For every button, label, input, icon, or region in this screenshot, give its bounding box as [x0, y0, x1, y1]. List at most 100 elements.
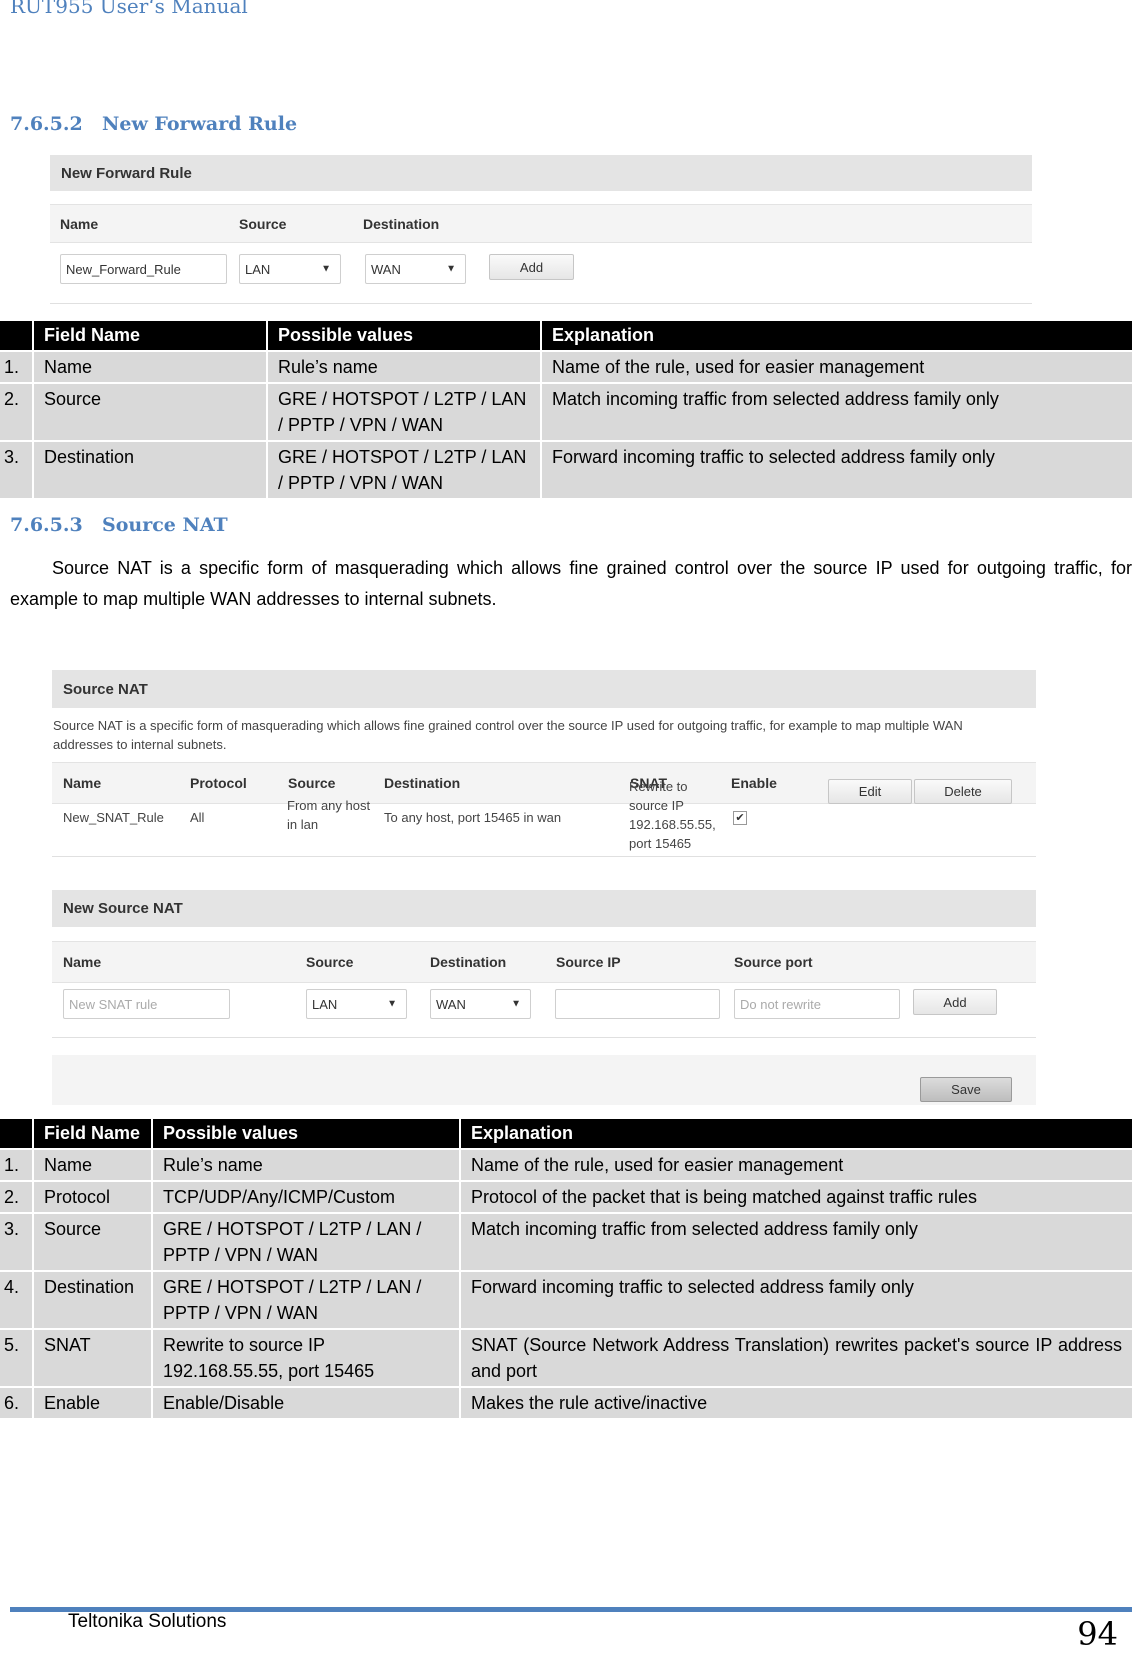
chevron-down-icon: ▼	[321, 263, 331, 275]
source-ip-input[interactable]	[555, 989, 720, 1019]
divider	[50, 303, 1032, 304]
delete-button[interactable]: Delete	[914, 779, 1012, 804]
row-possible-values: GRE / HOTSPOT / L2TP / LAN / PPTP / VPN …	[153, 1272, 459, 1328]
table-row: 3. Destination GRE / HOTSPOT / L2TP / LA…	[0, 442, 1132, 498]
rule-source: From any host in lan	[287, 798, 371, 832]
section-number: 7.6.5.3	[10, 514, 83, 536]
row-explanation: SNAT (Source Network Address Translation…	[461, 1330, 1132, 1386]
header-index	[0, 321, 32, 350]
row-field-name: SNAT	[34, 1330, 151, 1386]
row-field-name: Destination	[34, 1272, 151, 1328]
row-possible-values: GRE / HOTSPOT / L2TP / LAN / PPTP / VPN …	[268, 442, 540, 498]
page-number: 94	[1077, 1615, 1118, 1653]
column-name: Name	[60, 215, 99, 232]
new-destination-select[interactable]: WAN ▼	[430, 989, 531, 1019]
row-field-name: Source	[34, 1214, 151, 1270]
row-explanation: Forward incoming traffic to selected add…	[542, 442, 1132, 498]
source-select-value: LAN	[312, 996, 338, 1012]
row-explanation: Protocol of the packet that is being mat…	[461, 1182, 1132, 1212]
row-possible-values: Enable/Disable	[153, 1388, 459, 1418]
column-name: Name	[63, 954, 102, 970]
column-enable: Enable	[731, 775, 777, 791]
section-heading-source-nat: 7.6.5.3 Source NAT	[10, 514, 228, 536]
row-index: 1.	[0, 1150, 32, 1180]
header-explanation: Explanation	[461, 1119, 1132, 1148]
source-nat-screenshot: Source NAT Source NAT is a specific form…	[52, 670, 1036, 1105]
column-destination: Destination	[363, 215, 440, 232]
table-row: 1. Name Rule’s name Name of the rule, us…	[0, 1150, 1132, 1180]
row-field-name: Source	[34, 384, 266, 440]
table-row: 6. Enable Enable/Disable Makes the rule …	[0, 1388, 1132, 1418]
header-index	[0, 1119, 32, 1148]
new-panel-title: New Source NAT	[52, 890, 1036, 927]
row-explanation: Forward incoming traffic to selected add…	[461, 1272, 1132, 1328]
column-protocol: Protocol	[190, 775, 247, 791]
row-index: 1.	[0, 352, 32, 382]
rule-snat: Rewrite to source IP 192.168.55.55, port…	[629, 779, 716, 851]
column-source-port: Source port	[734, 954, 813, 970]
add-button[interactable]: Add	[489, 254, 574, 280]
divider	[52, 1037, 1036, 1038]
row-explanation: Name of the rule, used for easier manage…	[461, 1150, 1132, 1180]
panel-title: Source NAT	[52, 670, 1036, 708]
row-possible-values: GRE / HOTSPOT / L2TP / LAN / PPTP / VPN …	[268, 384, 540, 440]
save-bar	[52, 1055, 1036, 1105]
panel-description: Source NAT is a specific form of masquer…	[53, 718, 963, 752]
row-field-name: Name	[34, 1150, 151, 1180]
source-port-input[interactable]: Do not rewrite	[734, 989, 900, 1019]
column-source: Source	[288, 775, 336, 791]
section-title: New Forward Rule	[102, 113, 298, 135]
new-forward-rule-screenshot: New Forward Rule Name Source Destination…	[50, 155, 1032, 305]
source-select[interactable]: LAN ▼	[239, 254, 341, 284]
section-heading-new-forward-rule: 7.6.5.2 New Forward Rule	[10, 113, 297, 135]
rule-protocol: All	[190, 810, 205, 825]
header-field-name: Field Name	[34, 1119, 151, 1148]
row-field-name: Protocol	[34, 1182, 151, 1212]
column-name: Name	[63, 775, 102, 791]
destination-select-value: WAN	[371, 261, 401, 277]
row-explanation: Match incoming traffic from selected add…	[542, 384, 1132, 440]
table-row: 2. Protocol TCP/UDP/Any/ICMP/Custom Prot…	[0, 1182, 1132, 1212]
header-possible-values: Possible values	[153, 1119, 459, 1148]
row-index: 4.	[0, 1272, 32, 1328]
column-header-row: Name Source Destination	[50, 204, 1032, 243]
row-index: 3.	[0, 1214, 32, 1270]
chevron-down-icon: ▼	[446, 263, 456, 275]
add-button[interactable]: Add	[913, 989, 997, 1015]
section-title: Source NAT	[102, 514, 228, 536]
table-header-row: Field Name Possible values Explanation	[0, 321, 1132, 350]
rule-name-input[interactable]: New_Forward_Rule	[60, 254, 227, 284]
row-field-name: Enable	[34, 1388, 151, 1418]
row-index: 2.	[0, 1182, 32, 1212]
header-explanation: Explanation	[542, 321, 1132, 350]
column-destination: Destination	[430, 954, 507, 970]
destination-select[interactable]: WAN ▼	[365, 254, 466, 284]
forward-rule-field-table: Field Name Possible values Explanation 1…	[0, 319, 1132, 500]
table-header-row: Field Name Possible values Explanation	[0, 1119, 1132, 1148]
table-row: 1. Name Rule’s name Name of the rule, us…	[0, 352, 1132, 382]
row-explanation: Match incoming traffic from selected add…	[461, 1214, 1132, 1270]
header-field-name: Field Name	[34, 321, 266, 350]
row-possible-values: Rule’s name	[268, 352, 540, 382]
row-index: 2.	[0, 384, 32, 440]
footer-company: Teltonika Solutions	[68, 1611, 227, 1632]
column-source: Source	[239, 215, 287, 232]
row-possible-values: TCP/UDP/Any/ICMP/Custom	[153, 1182, 459, 1212]
enable-checkbox[interactable]: ✔	[733, 811, 747, 825]
row-explanation: Makes the rule active/inactive	[461, 1388, 1132, 1418]
rule-destination: To any host, port 15465 in wan	[384, 810, 562, 825]
row-field-name: Name	[34, 352, 266, 382]
row-index: 6.	[0, 1388, 32, 1418]
column-destination: Destination	[384, 775, 461, 791]
new-snat-name-input[interactable]: New SNAT rule	[63, 989, 230, 1019]
new-source-select[interactable]: LAN ▼	[306, 989, 407, 1019]
edit-button[interactable]: Edit	[828, 779, 912, 804]
section-number: 7.6.5.2	[10, 113, 83, 135]
chevron-down-icon: ▼	[387, 998, 397, 1010]
table-row: 5. SNAT Rewrite to source IP 192.168.55.…	[0, 1330, 1132, 1386]
save-button[interactable]: Save	[920, 1077, 1012, 1102]
rule-name: New_SNAT_Rule	[63, 810, 164, 825]
column-source-ip: Source IP	[556, 954, 621, 970]
row-possible-values: GRE / HOTSPOT / L2TP / LAN / PPTP / VPN …	[153, 1214, 459, 1270]
running-header: RUT955 User‘s Manual	[10, 0, 248, 18]
